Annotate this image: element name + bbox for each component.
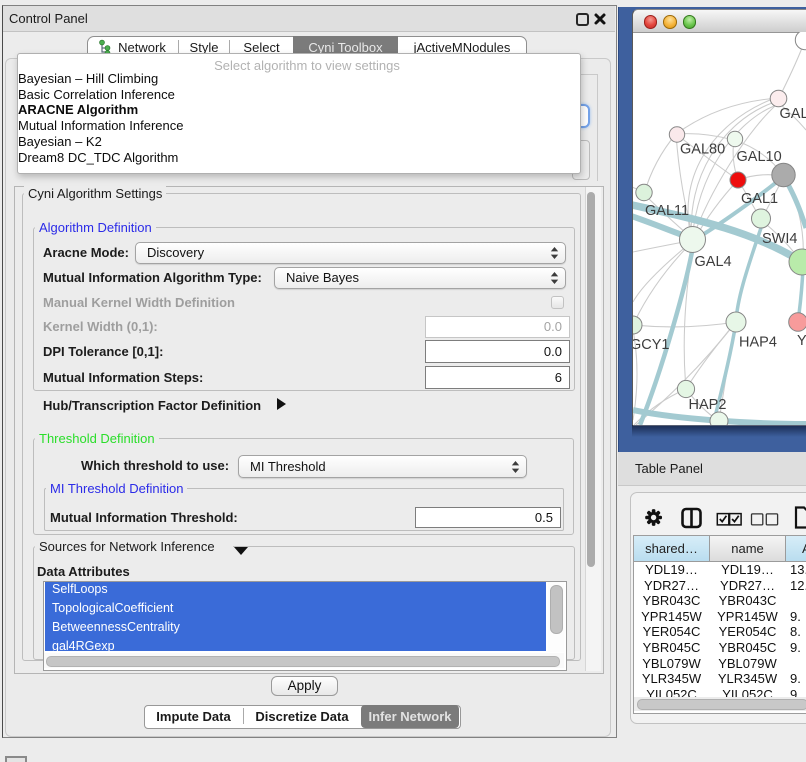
svg-text:GAL4: GAL4 [695,254,732,270]
svg-text:GAL1: GAL1 [741,191,778,207]
svg-text:Y: Y [797,333,806,349]
svg-text:GAL10: GAL10 [737,149,782,165]
svg-text:HAP2: HAP2 [689,397,727,413]
svg-text:GAL7: GAL7 [780,106,806,122]
svg-text:GCY1: GCY1 [633,337,670,353]
svg-text:GAL80: GAL80 [680,142,725,158]
svg-text:HAP4: HAP4 [739,335,777,351]
svg-text:GAL11: GAL11 [645,203,689,219]
svg-text:SWI4: SWI4 [762,231,797,247]
